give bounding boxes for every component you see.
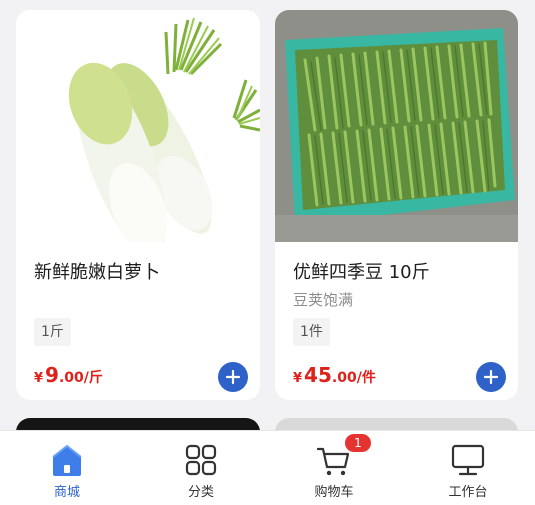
price-decimal: .00	[58, 370, 84, 386]
add-to-cart-button[interactable]	[476, 362, 506, 392]
tab-label: 商城	[53, 485, 80, 500]
product-spec-tag: 1件	[293, 318, 330, 346]
product-price: ¥45.00/件	[293, 363, 376, 387]
tab-label: 购物车	[314, 485, 354, 500]
plus-icon	[483, 369, 499, 385]
home-icon	[52, 444, 82, 476]
add-to-cart-button[interactable]	[218, 362, 248, 392]
monitor-icon	[451, 444, 485, 476]
grid-icon	[185, 444, 217, 476]
price-unit: /件	[356, 370, 376, 386]
cart-count-badge: 1	[345, 434, 371, 452]
price-integer: 45	[304, 363, 332, 387]
product-title[interactable]: 新鲜脆嫩白萝卜	[34, 258, 160, 284]
product-image-radish[interactable]	[16, 10, 260, 242]
product-subtitle: 豆荚饱满	[293, 291, 354, 309]
plus-icon	[225, 369, 241, 385]
price-integer: 9	[45, 363, 59, 387]
tab-label: 分类	[187, 485, 214, 500]
product-image-green-beans[interactable]	[275, 10, 518, 242]
product-price: ¥9.00/斤	[34, 363, 103, 387]
price-currency: ¥	[293, 371, 303, 386]
tab-category[interactable]: 分类	[134, 431, 268, 505]
tab-label: 工作台	[448, 485, 488, 500]
tab-cart[interactable]: 1 购物车	[267, 431, 401, 505]
product-card[interactable]: 优鲜四季豆 10斤 豆荚饱满 1件 ¥45.00/件	[275, 10, 518, 400]
bottom-tab-bar: 商城 分类 1 购物车 工作台	[0, 430, 535, 505]
product-spec-tag: 1斤	[34, 318, 71, 346]
tab-workbench[interactable]: 工作台	[401, 431, 535, 505]
price-currency: ¥	[34, 371, 44, 386]
price-unit: /斤	[83, 370, 103, 386]
product-card[interactable]: 新鲜脆嫩白萝卜 1斤 ¥9.00/斤	[16, 10, 260, 400]
product-title[interactable]: 优鲜四季豆 10斤	[293, 258, 430, 284]
price-decimal: .00	[331, 370, 357, 386]
tab-mall[interactable]: 商城	[0, 431, 134, 505]
